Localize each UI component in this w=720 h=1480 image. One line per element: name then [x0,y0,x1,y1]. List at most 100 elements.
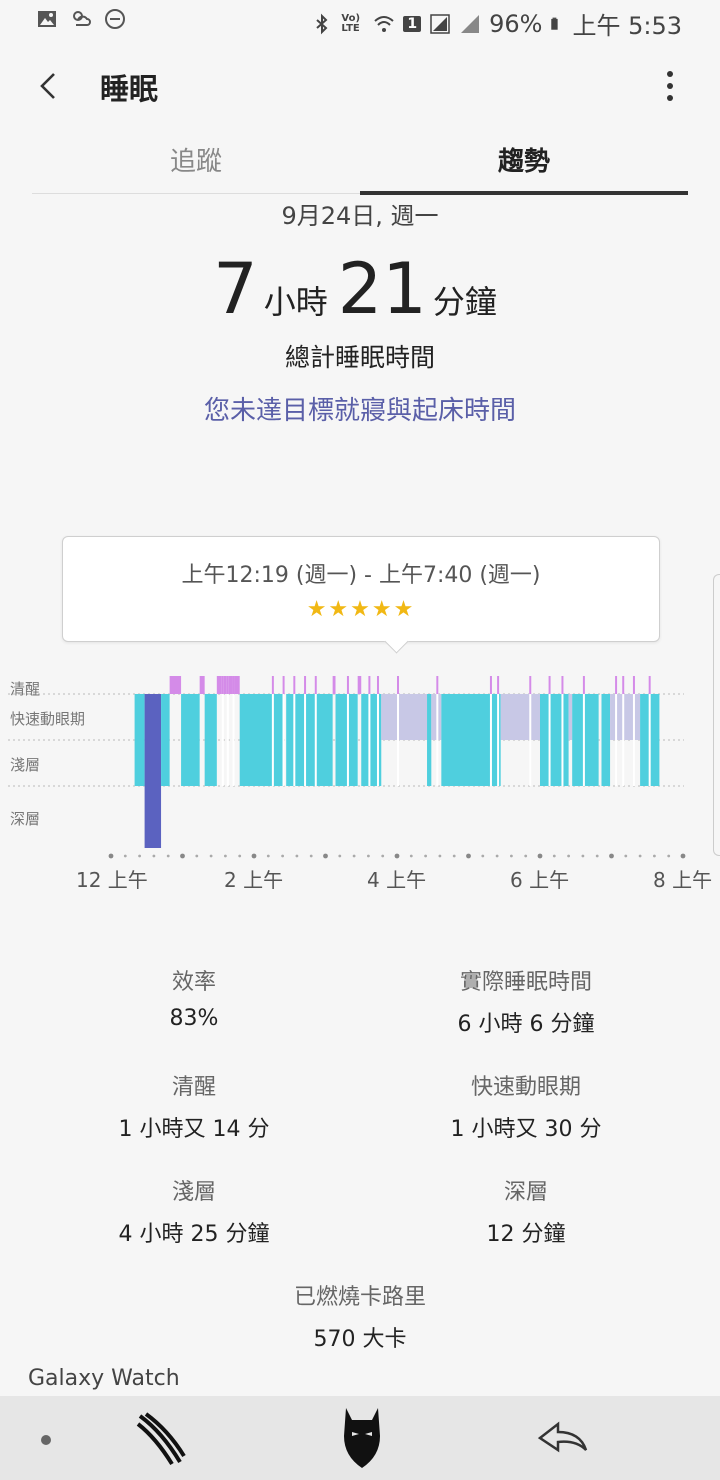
sleep-segment-bar [144,694,162,848]
tab-trends[interactable]: 趨勢 [360,136,688,192]
awake-blip-mark [548,676,551,694]
sleep-segment-bar [204,694,217,786]
status-bar: Vo) LTE 1 96% 上午 5:53 [0,0,720,44]
awake-blip-mark [376,676,379,694]
x-tick-label: 4 上午 [367,868,427,892]
x-axis-dot [266,854,270,858]
awake-blip-mark [232,676,235,694]
nav-dot-icon[interactable] [38,1432,54,1448]
sleep-segment-bar [286,694,333,786]
wifi-icon [374,15,395,32]
battery-percent: 96% [489,9,543,38]
x-axis-dot [251,853,257,859]
sleep-segment-bar [161,694,170,786]
stat-label: 效率 [171,970,216,995]
x-axis-dot [238,854,242,858]
x-axis-dot [680,853,686,859]
awake-blip-mark [582,676,585,694]
x-axis-dot [667,854,671,858]
x-axis-dot [653,854,656,858]
stat-value: 1 小時又 14 分 [118,1117,270,1142]
awake-blip-mark [529,676,532,694]
x-axis-dot [166,854,170,858]
weather-icon [73,11,91,26]
x-axis-dot [180,853,185,859]
x-axis-dot [309,854,313,858]
x-axis-dot [595,854,599,858]
awake-blip-mark [622,676,625,694]
sleep-segment-bar [601,694,611,786]
stat-value: 4 小時 25 分鐘 [118,1222,270,1247]
x-tick-label: 2 上午 [224,868,284,892]
sleep-segment-bar [427,694,432,786]
awake-blip-mark [497,676,500,694]
back-nav-icon[interactable] [536,1420,590,1456]
goal-message-link[interactable]: 您未達目標就寢與起床時間 [0,390,720,427]
x-axis-dot [438,854,442,858]
page-title: 睡眠 [100,72,159,106]
x-axis-dot [138,854,142,858]
tab-active-indicator [360,191,688,195]
x-axis-dot [338,854,342,858]
awake-blip-mark [314,676,317,694]
stat-label: 實際睡眠時間 [459,970,592,995]
sleep-segment-bar [568,694,573,740]
x-axis-dot [394,853,400,859]
back-arrow-icon[interactable] [30,66,70,106]
stat-light: 淺層 4 小時 25 分鐘 [44,1174,344,1248]
x-axis-dot [295,854,299,858]
stat-value: 570 大卡 [313,1327,407,1352]
navigation-bar [0,1396,720,1480]
x-axis-dot [367,854,370,858]
data-source-label: Galaxy Watch [28,1366,180,1391]
stat-efficiency: 效率 83% [44,964,344,1031]
app-bar: 睡眠 [0,44,720,128]
sleep-segment-bar [572,694,599,786]
awake-blip-mark [615,676,618,694]
total-sleep-label: 總計睡眠時間 [284,343,435,372]
recent-apps-claw-icon[interactable] [136,1410,188,1466]
x-axis-dot [323,853,328,859]
bluetooth-icon [316,13,328,34]
sleep-segment-bar [381,694,428,740]
stat-label: 已燃燒卡路里 [293,1285,426,1310]
awake-blip-mark [226,676,229,694]
tab-bar: 追蹤 趨勢 [32,136,688,196]
signal-icon [430,13,450,34]
stat-actual-sleep: 實際睡眠時間 6 小時 6 分鐘 [376,964,676,1038]
sleep-stage-plot [8,676,686,859]
more-options-icon[interactable] [660,68,680,104]
stat-value: 83% [169,1006,219,1031]
x-axis-dot [552,854,556,858]
sim-badge: 1 [403,15,422,32]
awake-blip-mark [304,676,307,694]
x-axis-dot [581,854,585,858]
stat-value: 12 分鐘 [486,1222,566,1247]
x-axis-dot [209,854,213,858]
x-axis-dot [123,854,127,858]
x-axis-dot [481,854,485,858]
x-axis-dot [452,854,456,858]
x-axis-dot [424,854,427,858]
tab-tracking[interactable]: 追蹤 [32,136,360,192]
stat-label: 快速動眼期 [470,1075,581,1100]
x-axis-dot [624,854,628,858]
signal-icon-2 [461,14,480,33]
sleep-segment-bar [239,694,283,786]
sleep-segment-bar [181,694,200,786]
sleep-stage-chart: 清醒 快速動眼期 淺層 深層 12 上午 2 上午 4 上午 6 上午 8 上午 [0,660,720,900]
x-axis-dot [537,853,543,859]
sleep-session-tooltip[interactable]: 上午12:19 (週一) - 上午7:40 (週一) ★★★★★ [62,536,660,642]
lte-indicator: Vo) LTE [341,12,361,34]
stat-label: 淺層 [171,1180,216,1205]
x-axis-dot [352,854,356,858]
sleep-segment-bar [500,694,540,740]
x-tick-label: 6 上午 [510,868,570,892]
x-axis-dot [510,854,513,858]
sleep-segment-bar [134,694,145,786]
sleep-date: 9月24日, 週一 [281,202,439,230]
minutes-value: 21 [337,248,427,330]
home-mask-icon[interactable] [342,1406,382,1470]
x-axis-dot [567,854,570,858]
x-axis-dot [638,854,642,858]
